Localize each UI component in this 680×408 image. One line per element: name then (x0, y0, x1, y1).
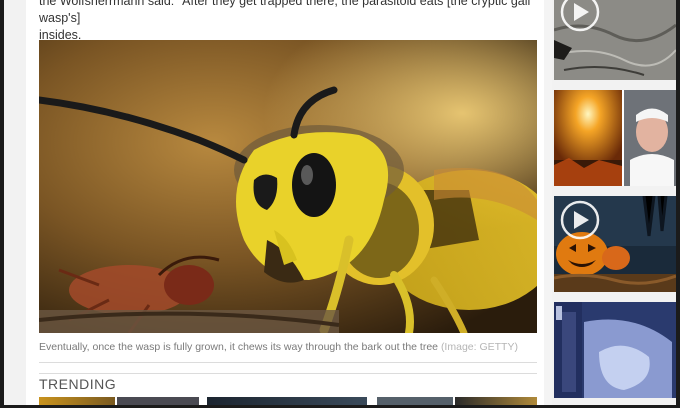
trending-strip (39, 397, 537, 405)
sidebar-thumb-night-vision[interactable] (554, 302, 676, 398)
article-text-line-1: the Wolfsherrmann said: "After they get … (39, 0, 531, 25)
trending-thumb-3[interactable] (207, 397, 367, 405)
caption-text: Eventually, once the wasp is fully grown… (39, 341, 439, 353)
image-credit: (Image: GETTY) (440, 341, 518, 353)
sidebar-thumb-apocalypse[interactable] (554, 90, 676, 186)
halloween-image (554, 196, 676, 292)
trending-thumb-4[interactable] (377, 397, 453, 405)
trending-thumb-5[interactable] (455, 397, 537, 405)
article-paragraph: the Wolfsherrmann said: "After they get … (39, 0, 539, 44)
sidebar-thumb-halloween[interactable] (554, 196, 676, 292)
divider-trending (39, 373, 537, 374)
trending-thumb-2[interactable] (117, 397, 199, 405)
sidebar-thumb-cave[interactable] (554, 0, 676, 80)
wasp-photo (39, 40, 537, 333)
trending-heading: TRENDING (39, 376, 117, 392)
window-frame-left (0, 0, 4, 408)
article-column: the Wolfsherrmann said: "After they get … (26, 0, 544, 405)
sidebar-related (552, 0, 676, 405)
divider (39, 362, 537, 363)
trending-thumb-1[interactable] (39, 397, 115, 405)
left-gutter (4, 0, 26, 405)
night-vision-image (554, 302, 676, 398)
apocalypse-image (554, 90, 676, 186)
hero-image-wasp[interactable] (39, 40, 537, 333)
cave-image (554, 0, 676, 80)
window-frame-right (676, 0, 680, 408)
image-caption: Eventually, once the wasp is fully grown… (39, 340, 539, 354)
